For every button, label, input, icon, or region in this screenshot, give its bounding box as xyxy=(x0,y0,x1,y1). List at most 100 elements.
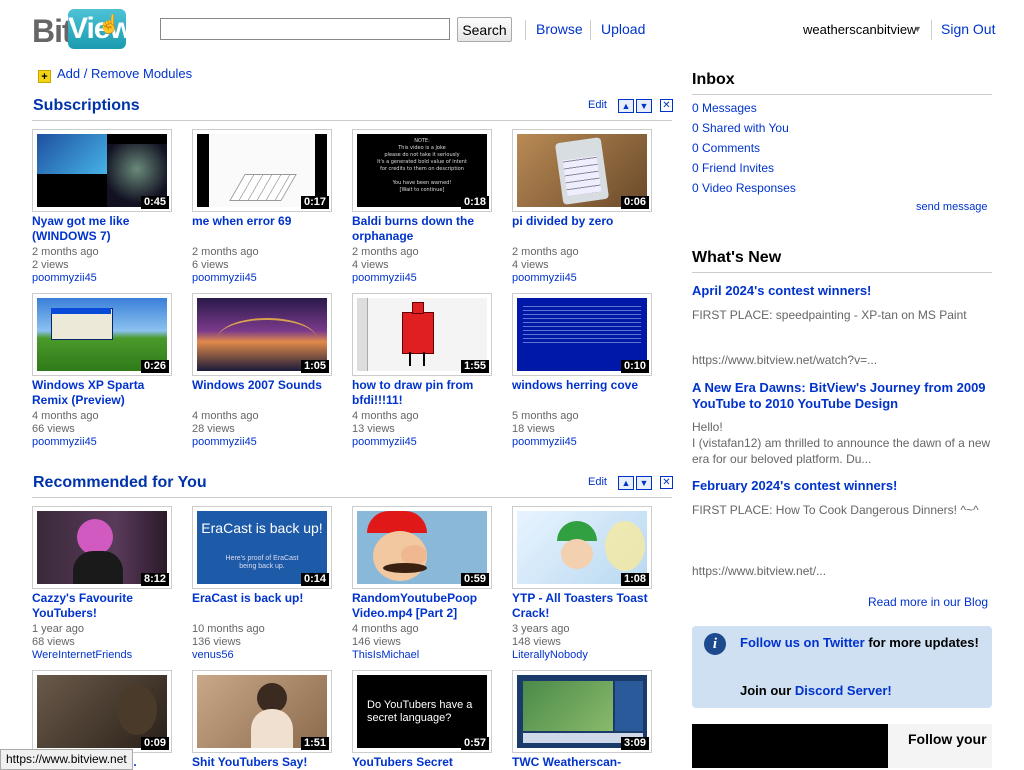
video-views: 13 views xyxy=(352,423,395,435)
upload-link[interactable]: Upload xyxy=(601,21,645,37)
video-age: 4 months ago xyxy=(192,410,259,422)
send-message-link[interactable]: send message xyxy=(916,201,988,213)
video-title[interactable]: pi divided by zero xyxy=(512,214,662,229)
video-views: 66 views xyxy=(32,423,75,435)
video-thumbnail[interactable]: 0:06 xyxy=(512,129,652,212)
read-more-blog-link[interactable]: Read more in our Blog xyxy=(868,595,988,609)
video-thumbnail[interactable]: NOTE: This video is a joke please do not… xyxy=(352,129,492,212)
add-remove-modules-label: Add / Remove Modules xyxy=(57,66,193,81)
video-user[interactable]: poommyzii45 xyxy=(512,436,662,449)
video-thumbnail[interactable]: EraCast is back up! Here's proof of EraC… xyxy=(192,506,332,589)
video-title[interactable]: Windows 2007 Sounds xyxy=(192,378,342,393)
close-icon[interactable]: ✕ xyxy=(660,476,673,489)
duration-badge: 0:26 xyxy=(140,360,169,373)
divider xyxy=(692,94,992,95)
video-views: 148 views xyxy=(512,636,561,648)
video-thumbnail[interactable]: 0:59 xyxy=(352,506,492,589)
video-thumbnail[interactable]: 0:09 xyxy=(32,670,172,753)
duration-badge: 1:08 xyxy=(620,573,649,586)
inbox-comments-link[interactable]: 0 Comments xyxy=(692,141,760,155)
news-post-body: Hello! I (vistafan12) am thrilled to ann… xyxy=(692,420,991,466)
video-user[interactable]: poommyzii45 xyxy=(352,436,502,449)
inbox-shared-link[interactable]: 0 Shared with You xyxy=(692,121,789,135)
inbox-friend-invites-link[interactable]: 0 Friend Invites xyxy=(692,161,774,175)
duration-badge: 1:05 xyxy=(300,360,329,373)
discord-link[interactable]: Discord Server! xyxy=(795,683,892,698)
video-views: 68 views xyxy=(32,636,75,648)
video-views: 4 views xyxy=(352,259,389,271)
whats-new-title: What's New xyxy=(692,249,782,266)
follow-banner[interactable]: Follow your xyxy=(692,724,992,768)
video-user[interactable]: WereInternetFriends xyxy=(32,649,182,662)
divider xyxy=(931,20,932,40)
duration-badge: 0:09 xyxy=(140,737,169,750)
video-thumbnail[interactable]: 1:05 xyxy=(192,293,332,376)
video-title[interactable]: Nyaw got me like (WINDOWS 7) xyxy=(32,214,182,244)
video-user[interactable]: poommyzii45 xyxy=(32,272,182,285)
video-title[interactable]: Baldi burns down the orphanage xyxy=(352,214,502,244)
close-icon[interactable]: ✕ xyxy=(660,99,673,112)
header: Bit View ☝ Search Browse Upload weathers… xyxy=(0,0,1024,60)
inbox-video-responses-link[interactable]: 0 Video Responses xyxy=(692,181,796,195)
move-down-icon[interactable]: ▼ xyxy=(636,99,652,113)
video-user[interactable]: poommyzii45 xyxy=(32,436,182,449)
follow-text: Follow your xyxy=(908,731,987,747)
video-thumbnail[interactable]: 1:55 xyxy=(352,293,492,376)
video-user[interactable]: poommyzii45 xyxy=(192,436,342,449)
add-remove-modules[interactable]: + Add / Remove Modules xyxy=(38,66,192,83)
video-title[interactable]: EraCast is back up! xyxy=(192,591,342,606)
video-user[interactable]: ThisIsMichael xyxy=(352,649,502,662)
move-up-icon[interactable]: ▲ xyxy=(618,99,634,113)
news-post-title[interactable]: A New Era Dawns: BitView's Journey from … xyxy=(692,380,992,412)
video-title[interactable]: YTP - All Toasters Toast Crack! xyxy=(512,591,662,621)
video-thumbnail[interactable]: 1:51 xyxy=(192,670,332,753)
search-input[interactable] xyxy=(160,18,450,40)
video-user[interactable]: venus56 xyxy=(192,649,342,662)
duration-badge: 0:45 xyxy=(140,196,169,209)
move-down-icon[interactable]: ▼ xyxy=(636,476,652,490)
inbox-messages-link[interactable]: 0 Messages xyxy=(692,101,757,115)
video-thumbnail[interactable]: 3:09 xyxy=(512,670,652,753)
thumbnail-text: Do YouTubers have a secret language? xyxy=(367,699,473,724)
video-age: 3 years ago xyxy=(512,623,570,635)
video-thumbnail[interactable]: 0:10 xyxy=(512,293,652,376)
subscriptions-edit-button[interactable]: Edit xyxy=(588,99,607,111)
twitter-promo: Follow us on Twitter for more updates! xyxy=(740,635,980,651)
username-menu[interactable]: weatherscanbitview xyxy=(803,22,916,37)
browse-link[interactable]: Browse xyxy=(536,21,583,37)
video-title[interactable]: Windows XP Sparta Remix (Preview) xyxy=(32,378,182,408)
video-thumbnail[interactable]: Do YouTubers have a secret language? 0:5… xyxy=(352,670,492,753)
twitter-link[interactable]: Follow us on Twitter xyxy=(740,635,865,650)
news-post-body: FIRST PLACE: speedpainting - XP-tan on M… xyxy=(692,308,967,322)
duration-badge: 0:18 xyxy=(460,196,489,209)
video-title[interactable]: how to draw pin from bfdi!!!11! xyxy=(352,378,502,408)
video-thumbnail[interactable]: 8:12 xyxy=(32,506,172,589)
chevron-down-icon[interactable]: ▼ xyxy=(913,24,922,34)
sign-out-link[interactable]: Sign Out xyxy=(941,21,995,37)
divider xyxy=(590,20,591,40)
subscriptions-title: Subscriptions xyxy=(33,97,140,114)
news-post-title[interactable]: February 2024's contest winners! xyxy=(692,478,992,494)
banner-image xyxy=(692,724,888,768)
recommended-edit-button[interactable]: Edit xyxy=(588,476,607,488)
video-title[interactable]: Cazzy's Favourite YouTubers! xyxy=(32,591,182,621)
video-user[interactable]: poommyzii45 xyxy=(352,272,502,285)
video-thumbnail[interactable]: 0:26 xyxy=(32,293,172,376)
video-user[interactable]: poommyzii45 xyxy=(512,272,662,285)
search-button[interactable]: Search xyxy=(457,17,512,42)
news-post-title[interactable]: April 2024's contest winners! xyxy=(692,283,992,299)
news-post-link: https://www.bitview.net/... xyxy=(692,564,827,578)
video-views: 28 views xyxy=(192,423,235,435)
video-age: 4 months ago xyxy=(352,410,419,422)
video-title[interactable]: windows herring cove xyxy=(512,378,662,393)
video-thumbnail[interactable]: 0:17 xyxy=(192,129,332,212)
video-title[interactable]: RandomYoutubePoop Video.mp4 [Part 2] xyxy=(352,591,502,621)
video-thumbnail[interactable]: 0:45 xyxy=(32,129,172,212)
video-thumbnail[interactable]: 1:08 xyxy=(512,506,652,589)
video-title[interactable]: me when error 69 xyxy=(192,214,342,229)
recommended-tools: Edit ▲ ▼ ✕ xyxy=(588,476,678,490)
video-user[interactable]: poommyzii45 xyxy=(192,272,342,285)
discord-promo-text: Join our xyxy=(740,683,795,698)
move-up-icon[interactable]: ▲ xyxy=(618,476,634,490)
video-user[interactable]: LiterallyNobody xyxy=(512,649,662,662)
